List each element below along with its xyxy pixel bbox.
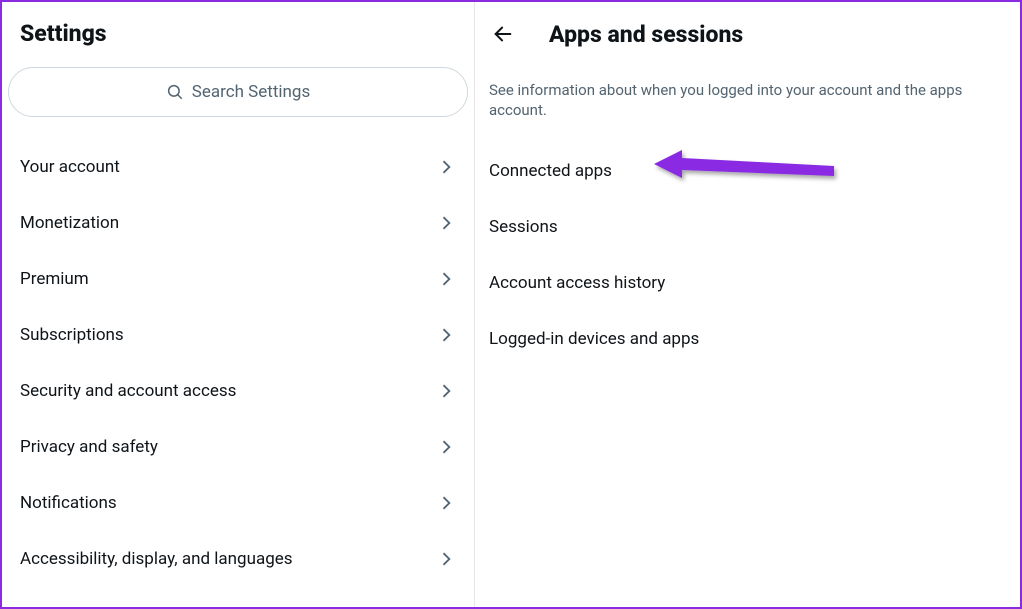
search-icon: [166, 83, 184, 101]
item-account-access-history[interactable]: Account access history: [475, 255, 1020, 311]
menu-privacy[interactable]: Privacy and safety: [2, 419, 474, 475]
item-connected-apps[interactable]: Connected apps: [475, 143, 1020, 199]
chevron-right-icon: [436, 157, 456, 177]
session-label: Connected apps: [489, 161, 612, 181]
menu-label: Notifications: [20, 493, 117, 513]
menu-label: Subscriptions: [20, 325, 124, 345]
session-label: Logged-in devices and apps: [489, 329, 699, 349]
chevron-right-icon: [436, 549, 456, 569]
menu-label: Privacy and safety: [20, 437, 158, 457]
search-input[interactable]: Search Settings: [8, 67, 468, 117]
detail-description: See information about when you logged in…: [475, 66, 1020, 139]
menu-label: Security and account access: [20, 381, 236, 401]
back-button[interactable]: [485, 16, 521, 52]
menu-subscriptions[interactable]: Subscriptions: [2, 307, 474, 363]
menu-premium[interactable]: Premium: [2, 251, 474, 307]
menu-security[interactable]: Security and account access: [2, 363, 474, 419]
chevron-right-icon: [436, 493, 456, 513]
item-sessions[interactable]: Sessions: [475, 199, 1020, 255]
arrow-left-icon: [492, 23, 514, 45]
search-placeholder: Search Settings: [192, 82, 311, 102]
menu-accessibility[interactable]: Accessibility, display, and languages: [2, 531, 474, 587]
settings-title: Settings: [2, 2, 474, 67]
session-list: Connected apps Sessions Account access h…: [475, 139, 1020, 367]
search-container: Search Settings: [2, 67, 474, 127]
chevron-right-icon: [436, 269, 456, 289]
detail-title: Apps and sessions: [549, 21, 743, 48]
chevron-right-icon: [436, 437, 456, 457]
menu-notifications[interactable]: Notifications: [2, 475, 474, 531]
chevron-right-icon: [436, 325, 456, 345]
settings-menu: Your account Monetization Premium Subscr…: [2, 127, 474, 587]
menu-label: Your account: [20, 157, 120, 177]
chevron-right-icon: [436, 213, 456, 233]
menu-monetization[interactable]: Monetization: [2, 195, 474, 251]
settings-panel: Settings Search Settings Your account Mo…: [2, 2, 475, 607]
session-label: Account access history: [489, 273, 665, 293]
menu-label: Monetization: [20, 213, 119, 233]
menu-your-account[interactable]: Your account: [2, 139, 474, 195]
menu-label: Premium: [20, 269, 89, 289]
session-label: Sessions: [489, 217, 558, 237]
menu-label: Accessibility, display, and languages: [20, 549, 293, 569]
chevron-right-icon: [436, 381, 456, 401]
detail-header: Apps and sessions: [475, 2, 1020, 66]
item-logged-in-devices[interactable]: Logged-in devices and apps: [475, 311, 1020, 367]
detail-panel: Apps and sessions See information about …: [475, 2, 1020, 607]
